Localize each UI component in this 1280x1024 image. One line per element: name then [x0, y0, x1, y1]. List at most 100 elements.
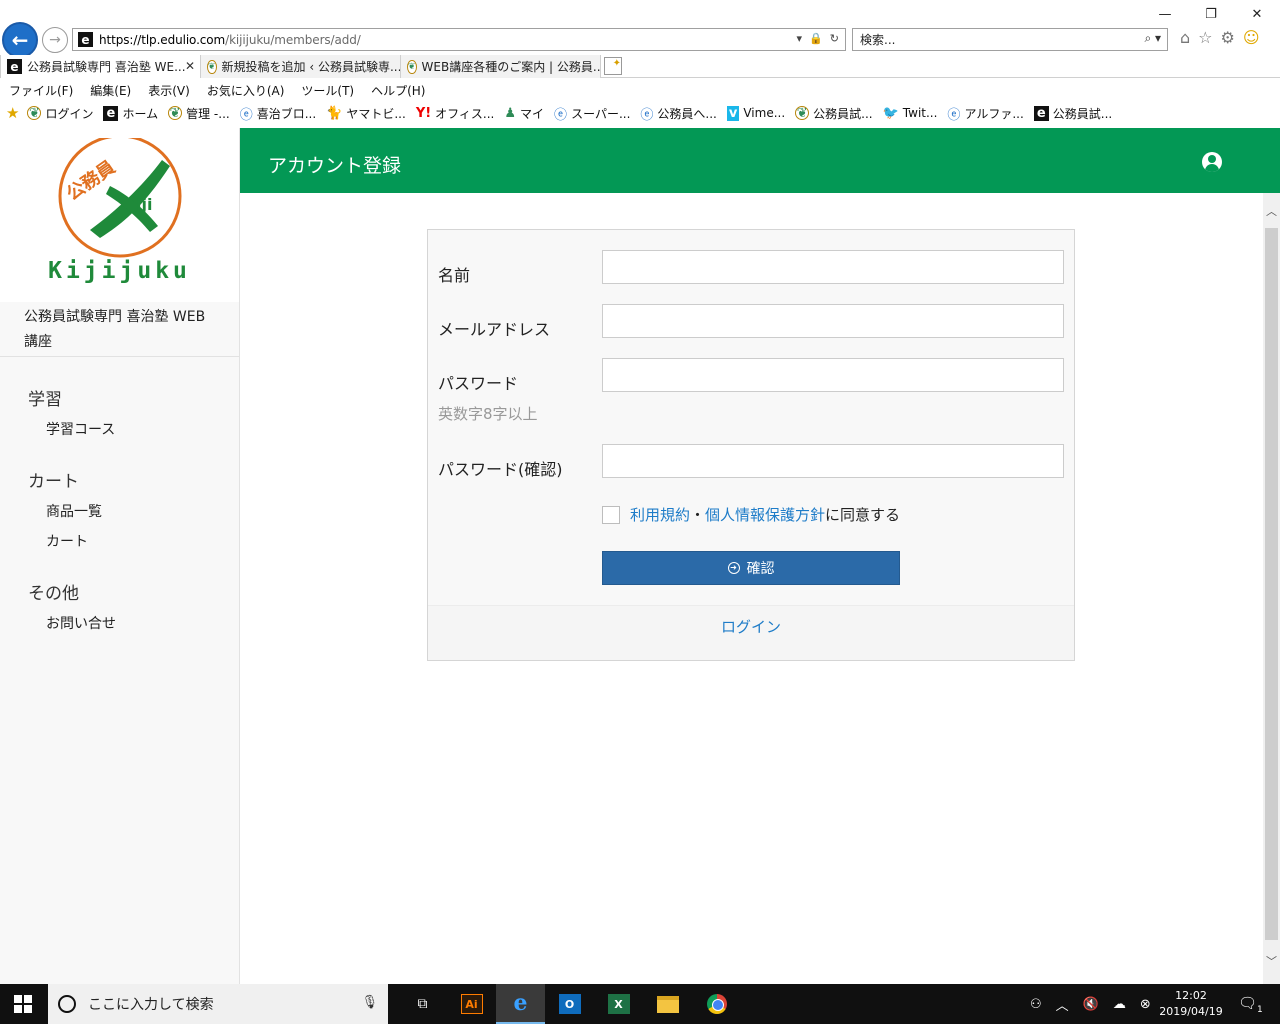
illustrator-app[interactable]: Ai: [447, 984, 496, 1024]
menu-view[interactable]: 表示(V): [139, 79, 198, 99]
ie-page-icon: ⓔ: [640, 107, 654, 123]
system-clock[interactable]: 12:02 2019/04/19: [1156, 988, 1226, 1020]
people-icon[interactable]: ⚇: [1030, 997, 1042, 1012]
email-field[interactable]: [602, 304, 1064, 338]
site-favicon: ❦: [207, 59, 217, 74]
password-confirm-field[interactable]: [602, 444, 1064, 478]
add-favorite-icon[interactable]: ★: [6, 104, 19, 122]
forward-button[interactable]: →: [42, 27, 68, 53]
excel-app[interactable]: X: [594, 984, 643, 1024]
minimize-button[interactable]: —: [1142, 0, 1188, 28]
user-account-icon[interactable]: [1202, 152, 1222, 172]
favorite-item[interactable]: v Vime...: [726, 105, 785, 121]
favorite-item[interactable]: ⓔ 公務員へ...: [640, 104, 716, 123]
scroll-up-icon[interactable]: ︿: [1263, 203, 1280, 223]
kijijuku-logo-icon: 公務員 jji: [58, 138, 182, 258]
menu-link-courses[interactable]: 学習コース: [46, 419, 239, 439]
outlook-app[interactable]: O: [545, 984, 594, 1024]
confirm-button[interactable]: ➜ 確認: [602, 551, 900, 585]
menu-heading: その他: [28, 584, 79, 604]
menu-link-contact[interactable]: お問い合せ: [46, 613, 239, 633]
ie-favicon: e: [1033, 105, 1049, 121]
favorite-item[interactable]: ⓔ アルファ...: [947, 104, 1023, 123]
site-favicon: ❦: [168, 105, 183, 121]
search-icon[interactable]: ⌕ ▾: [1144, 31, 1161, 46]
terms-link[interactable]: 利用規約: [630, 504, 690, 525]
sidebar: 公務員 jji Kijijuku 公務員試験専門 喜治塾 WEB講座 学習 学習…: [0, 128, 240, 984]
menu-bar: ファイル(F) 編集(E) 表示(V) お気に入り(A) ツール(T) ヘルプ(…: [0, 79, 433, 99]
close-window-button[interactable]: ✕: [1234, 0, 1280, 28]
tab-active[interactable]: e 公務員試験専門 喜治塾 WE... ✕: [0, 55, 201, 78]
chevron-up-icon[interactable]: ︿: [1056, 995, 1069, 1014]
search-placeholder: 検索...: [860, 33, 896, 47]
privacy-policy-link[interactable]: 個人情報保護方針: [705, 504, 825, 525]
logo[interactable]: 公務員 jji Kijijuku: [0, 128, 239, 302]
scroll-down-icon[interactable]: ﹀: [1263, 953, 1280, 973]
internet-explorer-icon: e: [513, 990, 528, 1016]
task-view-icon[interactable]: ⧉: [398, 984, 447, 1024]
clock-date: 2019/04/19: [1159, 1005, 1223, 1018]
browser-search-input[interactable]: 検索... ⌕ ▾: [852, 28, 1168, 51]
favorite-item[interactable]: 🐈 ヤマトビ...: [326, 105, 406, 122]
taskbar-search-input[interactable]: ここに入力して検索 🎙: [48, 984, 388, 1024]
chrome-app[interactable]: [692, 984, 741, 1024]
favorite-item[interactable]: 🐦 Twit...: [883, 106, 938, 121]
person-icon: ♟: [504, 105, 517, 121]
favorite-item[interactable]: ❦ 公務員試...: [795, 105, 873, 122]
address-bar[interactable]: e https://tlp.edulio.com/kijijuku/member…: [72, 28, 846, 51]
lock-icon[interactable]: 🔒: [809, 32, 823, 45]
page-scrollbar[interactable]: ︿ ﹀: [1263, 193, 1280, 984]
onedrive-icon[interactable]: ☁: [1113, 997, 1126, 1012]
email-label: メールアドレス: [438, 320, 551, 339]
favorite-item[interactable]: Y! オフィス...: [416, 105, 495, 122]
close-tab-icon[interactable]: ✕: [185, 59, 195, 73]
login-link[interactable]: ログイン: [721, 618, 781, 636]
home-icon[interactable]: ⌂: [1180, 28, 1190, 47]
name-field[interactable]: [602, 250, 1064, 284]
feedback-smiley-icon[interactable]: ☺: [1243, 28, 1260, 47]
folder-icon: [656, 995, 679, 1013]
menu-link-products[interactable]: 商品一覧: [46, 501, 239, 521]
new-tab-button[interactable]: ✦: [604, 57, 622, 75]
volume-muted-icon[interactable]: 🔇: [1083, 997, 1099, 1012]
menu-edit[interactable]: 編集(E): [81, 79, 139, 99]
dropdown-icon[interactable]: ▾: [797, 32, 803, 45]
site-name[interactable]: 公務員試験専門 喜治塾 WEB講座: [0, 302, 239, 357]
password-field[interactable]: [602, 358, 1064, 392]
menu-help[interactable]: ヘルプ(H): [362, 79, 433, 99]
favorite-item[interactable]: ♟ マイ: [504, 105, 544, 122]
restore-button[interactable]: ❐: [1188, 0, 1234, 28]
windows-start-icon[interactable]: [14, 995, 32, 1013]
card-footer: ログイン: [428, 605, 1074, 660]
menu-link-cart[interactable]: カート: [46, 531, 239, 551]
menu-heading: 学習: [28, 390, 62, 410]
refresh-icon[interactable]: ↻: [830, 32, 839, 45]
url-text[interactable]: https://tlp.edulio.com/kijijuku/members/…: [99, 33, 361, 47]
favorite-item[interactable]: e ホーム: [103, 105, 158, 122]
menu-section-other: その他 お問い合せ: [28, 579, 239, 633]
agree-terms: 利用規約 ・ 個人情報保護方針 に同意する: [602, 504, 900, 525]
forward-arrow-icon: →: [49, 32, 61, 48]
scroll-thumb[interactable]: [1265, 228, 1278, 940]
favorite-item[interactable]: ❦ 管理 -...: [168, 105, 230, 122]
favorites-star-icon[interactable]: ☆: [1198, 28, 1212, 47]
favorite-item[interactable]: ❦ ログイン: [27, 105, 93, 122]
internet-explorer-app[interactable]: e: [496, 984, 545, 1024]
favorite-item[interactable]: e 公務員試...: [1033, 105, 1112, 122]
back-button[interactable]: ←: [2, 22, 38, 58]
notification-center-icon[interactable]: 🗨1: [1238, 994, 1263, 1015]
favorite-item[interactable]: ⓔ スーパー...: [554, 104, 630, 123]
menu-tools[interactable]: ツール(T): [292, 79, 362, 99]
excel-icon: X: [607, 994, 630, 1014]
microphone-icon[interactable]: 🎙: [361, 995, 378, 1010]
agree-checkbox[interactable]: [602, 505, 620, 524]
tab-2[interactable]: ❦ 新規投稿を追加 ‹ 公務員試験専...: [201, 55, 401, 78]
menu-favorites[interactable]: お気に入り(A): [198, 79, 293, 99]
network-error-icon[interactable]: ⊗: [1140, 997, 1151, 1012]
file-explorer-app[interactable]: [643, 984, 692, 1024]
menu-file[interactable]: ファイル(F): [0, 79, 81, 99]
favorite-item[interactable]: ⓔ 喜治ブロ...: [240, 104, 316, 123]
ie-site-icon: e: [78, 32, 93, 47]
gear-icon[interactable]: ⚙: [1221, 28, 1235, 47]
tab-3[interactable]: ❦ WEB講座各種のご案内 | 公務員...: [401, 55, 601, 78]
